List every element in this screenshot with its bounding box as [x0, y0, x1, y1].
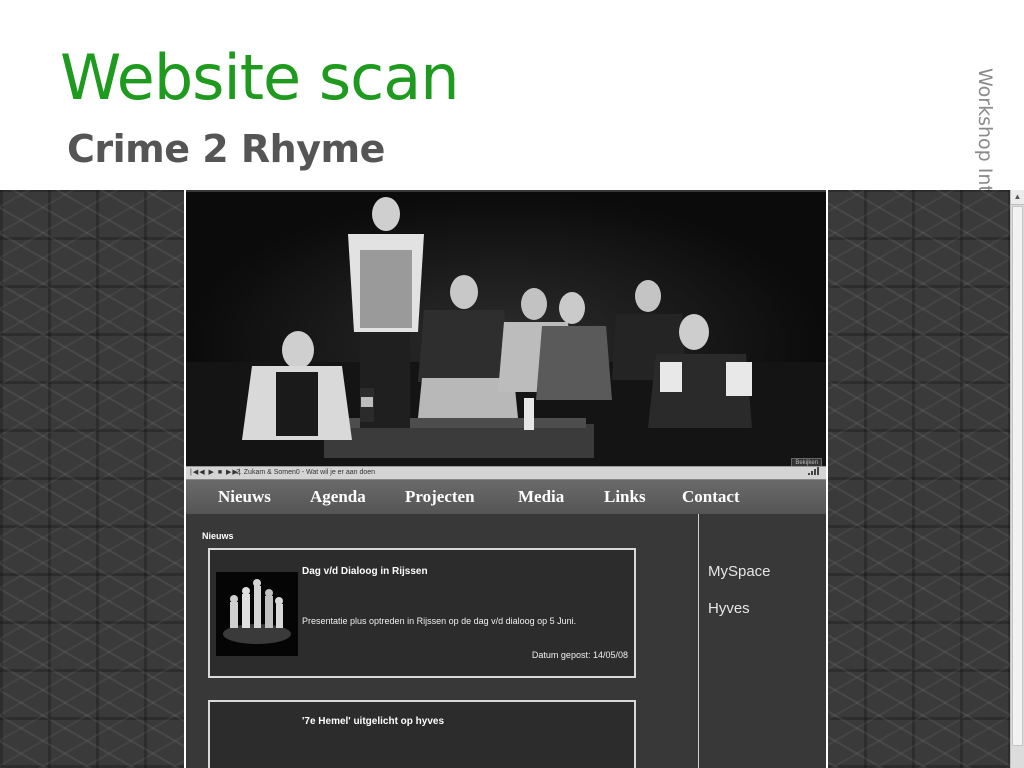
nav-item-media[interactable]: Media: [518, 480, 564, 514]
scroll-thumb[interactable]: [1012, 206, 1023, 746]
news-thumbnail[interactable]: [216, 572, 298, 656]
player-track-title: 2. Zukam & Somen0 - Wat wil je er aan do…: [236, 469, 376, 476]
nav-item-contact[interactable]: Contact: [682, 480, 740, 514]
news-item-date: Datum gepost: 14/05/08: [531, 650, 628, 660]
slide-title: Website scan: [60, 41, 460, 114]
content-divider: [698, 514, 699, 768]
news-item-body: Presentatie plus optreden in Rijssen op …: [302, 616, 577, 626]
website-screenshot: Bekijken |◀◀ ▶ ■ ▶▶| 2. Zukam & Somen0 -…: [0, 190, 1010, 768]
news-item[interactable]: '7e Hemel' uitgelicht op hyves: [208, 700, 636, 768]
sidebar-link-myspace[interactable]: MySpace: [708, 563, 771, 580]
hero-badge[interactable]: Bekijken: [791, 458, 822, 466]
signal-bars-icon: [808, 467, 820, 480]
nav-item-links[interactable]: Links: [604, 480, 646, 514]
news-item-title[interactable]: Dag v/d Dialoog in Rijssen: [302, 566, 428, 577]
news-item[interactable]: Dag v/d Dialoog in Rijssen Presentatie p…: [208, 548, 636, 678]
nav-item-nieuws[interactable]: Nieuws: [218, 480, 271, 514]
player-controls[interactable]: |◀◀ ▶ ■ ▶▶|: [190, 467, 242, 479]
news-item-title[interactable]: '7e Hemel' uitgelicht op hyves: [302, 716, 444, 727]
group-photo-illustration: [186, 197, 826, 466]
hero-photo: Bekijken: [186, 192, 826, 466]
nav-item-agenda[interactable]: Agenda: [310, 480, 366, 514]
main-navigation: Nieuws Agenda Projecten Media Links Cont…: [186, 480, 826, 514]
music-player-bar: |◀◀ ▶ ■ ▶▶| 2. Zukam & Somen0 - Wat wil …: [186, 466, 826, 480]
slide-subtitle: Crime 2 Rhyme: [67, 127, 385, 171]
vertical-scrollbar[interactable]: ▲: [1010, 190, 1024, 768]
sidebar-link-hyves[interactable]: Hyves: [708, 600, 750, 617]
news-section-label: Nieuws: [202, 531, 234, 541]
scroll-up-arrow-icon[interactable]: ▲: [1011, 190, 1024, 205]
nav-item-projecten[interactable]: Projecten: [405, 480, 475, 514]
website-page: Bekijken |◀◀ ▶ ■ ▶▶| 2. Zukam & Somen0 -…: [184, 190, 828, 768]
